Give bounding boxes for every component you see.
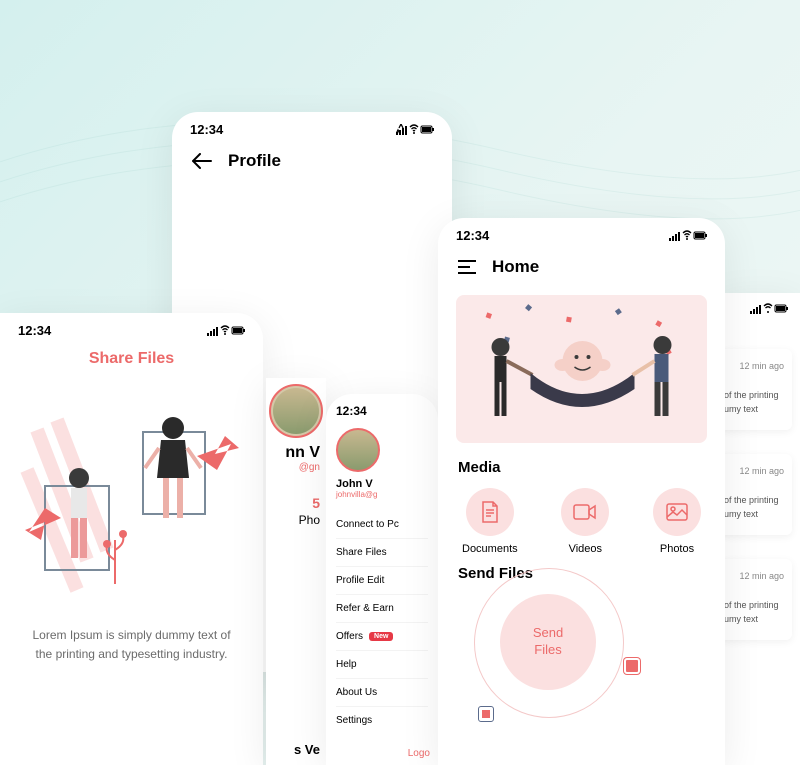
media-item-videos[interactable]: Videos [561, 488, 609, 555]
avatar[interactable] [336, 428, 380, 472]
send-files-button[interactable]: Send Files [500, 594, 596, 690]
file-chip-icon [478, 706, 494, 722]
user-email: @gn [266, 462, 326, 473]
home-header: Home [438, 247, 725, 291]
menu-item-share-files[interactable]: Share Files [336, 539, 428, 567]
status-bar: 12:34 [172, 112, 452, 141]
share-files-screen: 12:34 Share Files [0, 313, 263, 765]
send-files-area: Send Files [438, 588, 725, 738]
document-icon [480, 501, 500, 523]
back-arrow-icon[interactable] [192, 153, 212, 169]
user-email: johnvilla@g [326, 490, 438, 507]
notification-text: of the printing umy text [724, 371, 784, 416]
hero-illustration [456, 295, 707, 443]
notification-card[interactable]: 12 min ago of the printing umy text [716, 349, 792, 430]
stat-label: Pho [266, 511, 326, 527]
notification-time: 12 min ago [724, 571, 784, 581]
user-name: nn V [266, 444, 326, 462]
notification-time: 12 min ago [724, 466, 784, 476]
menu-item-connect-pc[interactable]: Connect to Pc [336, 511, 428, 539]
status-icons [669, 230, 707, 242]
media-row: Documents Videos Photos [438, 482, 725, 559]
status-bar: 12:34 [0, 313, 263, 342]
photo-icon [666, 503, 688, 521]
home-screen: 12:34 Home [438, 218, 725, 765]
avatar[interactable] [269, 384, 323, 438]
notification-time: 12 min ago [724, 361, 784, 371]
share-illustration [0, 380, 263, 610]
status-time: 12:34 [456, 228, 489, 243]
stat-count: 5 [266, 473, 326, 511]
file-chip-icon [624, 658, 640, 674]
notification-card[interactable]: 12 min ago of the printing umy text [716, 454, 792, 535]
profile-header: Profile [172, 141, 452, 185]
new-badge: New [369, 632, 393, 641]
media-item-documents[interactable]: Documents [462, 488, 518, 555]
profile-details-fragment: nn V @gn 5 Pho s Ve [266, 378, 326, 765]
status-icons [396, 124, 434, 136]
menu-item-profile-edit[interactable]: Profile Edit [336, 567, 428, 595]
menu-list: Connect to Pc Share Files Profile Edit R… [326, 507, 438, 738]
notifications-screen: 12 min ago of the printing umy text 12 m… [716, 293, 800, 765]
media-section-title: Media [438, 453, 725, 482]
status-icons [716, 293, 800, 325]
bottom-fragment: s Ve [294, 742, 320, 757]
status-time: 12:34 [190, 122, 223, 137]
menu-item-help[interactable]: Help [336, 651, 428, 679]
notification-card[interactable]: 12 min ago of the printing umy text [716, 559, 792, 640]
menu-item-offers[interactable]: OffersNew [336, 623, 428, 651]
user-name: John V [326, 478, 438, 490]
logout-link[interactable]: Logo [408, 748, 430, 759]
status-time: 12:34 [18, 323, 51, 338]
share-title: Share Files [0, 342, 263, 380]
menu-item-settings[interactable]: Settings [336, 707, 428, 734]
page-title: Profile [228, 151, 281, 171]
menu-item-about-us[interactable]: About Us [336, 679, 428, 707]
status-bar: 12:34 [438, 218, 725, 247]
media-label: Photos [660, 543, 694, 555]
notification-text: of the printing umy text [724, 476, 784, 521]
menu-item-refer-earn[interactable]: Refer & Earn [336, 595, 428, 623]
page-title: Home [492, 257, 539, 277]
notification-text: of the printing umy text [724, 581, 784, 626]
media-label: Videos [569, 543, 602, 555]
status-time: 12:34 [326, 394, 438, 422]
hamburger-icon[interactable] [458, 260, 476, 274]
status-icons [207, 325, 245, 337]
media-item-photos[interactable]: Photos [653, 488, 701, 555]
menu-drawer-screen: 12:34 John V johnvilla@g Connect to Pc S… [326, 394, 438, 765]
share-description: Lorem Ipsum is simply dummy text of the … [0, 610, 263, 680]
video-icon [573, 503, 597, 521]
media-label: Documents [462, 543, 518, 555]
